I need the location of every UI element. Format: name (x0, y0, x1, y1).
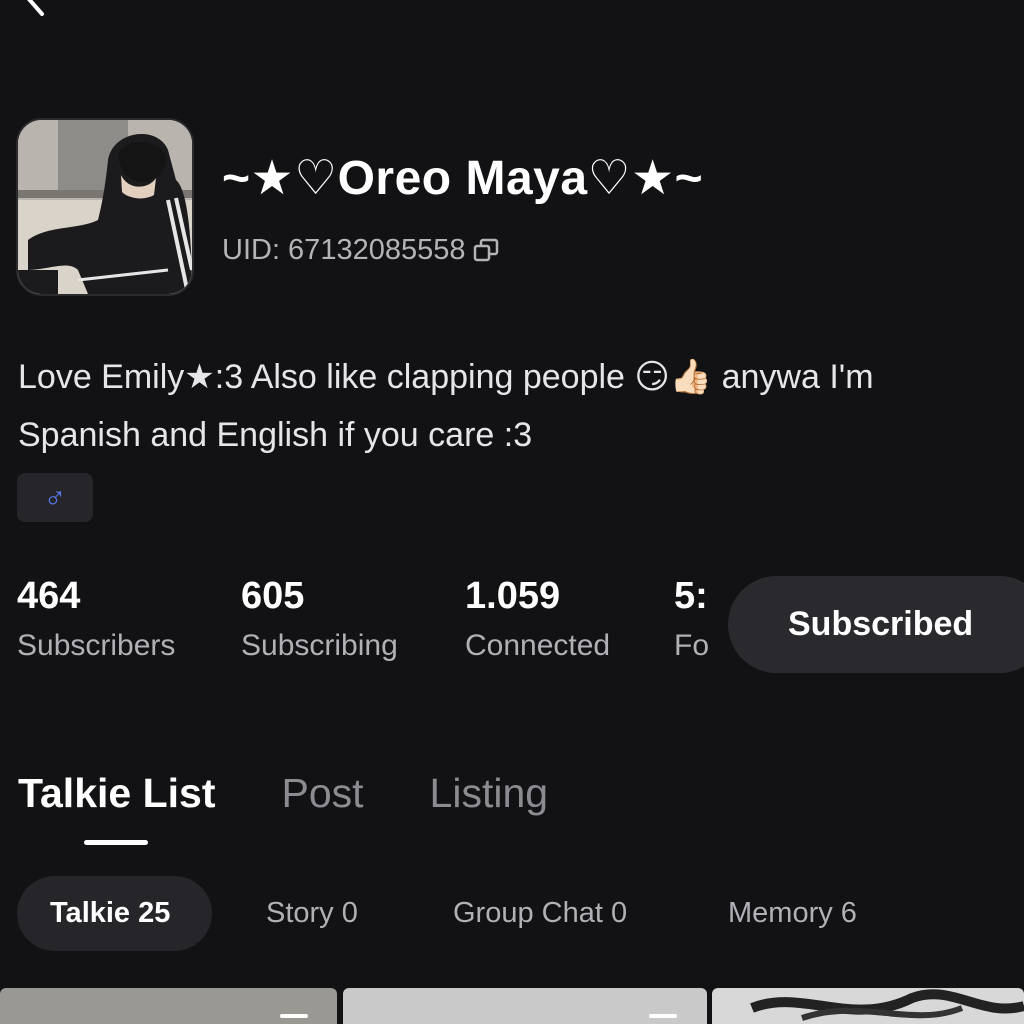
bio-line-1: Love Emily★:3 Also like clapping people … (18, 358, 874, 396)
talkie-card-thumbnail[interactable] (343, 988, 707, 1024)
stat-label: Subscribers (17, 629, 176, 662)
stat-value: 605 (241, 575, 305, 617)
stat-value: 1.059 (465, 575, 561, 617)
talkie-card-thumbnail[interactable] (0, 988, 337, 1024)
uid-text: UID: 67132085558 (222, 234, 466, 266)
stat-subscribers[interactable]: 464 Subscribers (17, 574, 175, 666)
stat-followers[interactable]: 5: Fo (674, 574, 710, 666)
active-tab-indicator (84, 840, 148, 845)
avatar-image (18, 120, 192, 294)
tab-talkie-list[interactable]: Talkie List (18, 770, 215, 817)
filter-talkie[interactable]: Talkie 25 (17, 876, 212, 951)
stat-label: Connected (465, 629, 611, 662)
chevron-left-icon (27, 0, 44, 16)
back-button[interactable] (14, 0, 54, 18)
stat-value: 5: (674, 575, 708, 617)
filter-story[interactable]: Story 0 (266, 876, 358, 951)
tab-listing[interactable]: Listing (430, 770, 549, 817)
uid-row: UID: 67132085558 (222, 234, 499, 267)
gender-badge: ♂ (17, 473, 93, 522)
stat-connected[interactable]: 1.059 Connected (465, 574, 610, 666)
profile-page: ~★♡Oreo Maya♡★~ UID: 67132085558 Love Em… (0, 0, 1024, 1024)
stat-label: Subscribing (241, 629, 398, 662)
stat-label: Fo (674, 629, 710, 662)
avatar[interactable] (16, 118, 194, 296)
subscribed-button[interactable]: Subscribed (728, 576, 1024, 673)
bio-line-2: Spanish and English if you care :3 (18, 416, 533, 454)
stat-value: 464 (17, 575, 81, 617)
thumbnail-image (750, 989, 1024, 1021)
profile-tabs: Talkie List Post Listing (18, 770, 614, 817)
male-icon: ♂ (43, 480, 67, 514)
card-menu-icon[interactable] (649, 1014, 677, 1018)
tab-post[interactable]: Post (281, 770, 363, 817)
stat-subscribing[interactable]: 605 Subscribing (241, 574, 398, 666)
display-name: ~★♡Oreo Maya♡★~ (222, 152, 704, 205)
filter-memory[interactable]: Memory 6 (728, 876, 857, 951)
copy-icon[interactable] (473, 238, 499, 264)
filter-group-chat[interactable]: Group Chat 0 (453, 876, 627, 951)
talkie-card-thumbnail[interactable] (712, 988, 1024, 1024)
card-menu-icon[interactable] (280, 1014, 308, 1018)
bio: Love Emily★:3 Also like clapping people … (18, 348, 1008, 464)
